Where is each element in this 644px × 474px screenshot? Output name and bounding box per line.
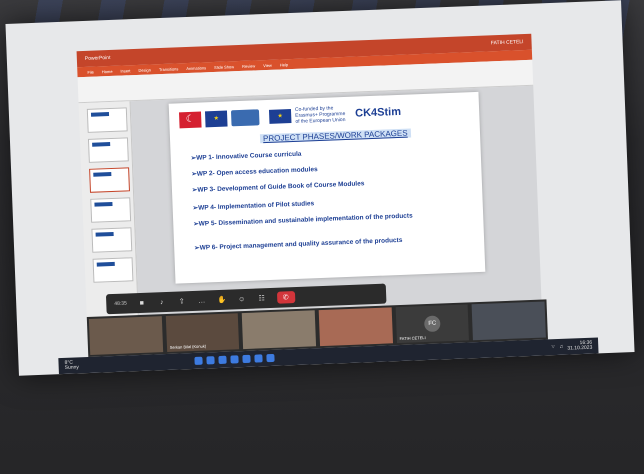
system-tray: ⌔ ♫ 16:36 31.10.2023: [551, 340, 593, 353]
tab-slide-show[interactable]: Slide Show: [214, 64, 234, 70]
participant-tile[interactable]: [471, 301, 546, 341]
university-logo-icon: [230, 109, 260, 127]
wp-item: ➢WP 6- Project management and quality as…: [194, 236, 403, 252]
explorer-icon[interactable]: [218, 355, 227, 365]
slide-thumbnail[interactable]: [91, 227, 133, 253]
search-icon[interactable]: [206, 356, 215, 365]
wp-item: ➢WP 4- Implementation of Pilot studies: [192, 200, 315, 212]
slide-thumbnail-selected[interactable]: [89, 167, 130, 193]
turkey-flag-icon: ☾: [178, 111, 202, 129]
microphone-icon[interactable]: ♪: [157, 297, 167, 307]
wp-item: ➢WP 2- Open access education modules: [191, 166, 318, 178]
window-title: PowerPoint: [84, 54, 111, 62]
tab-animations[interactable]: Animations: [186, 65, 206, 71]
camera-icon[interactable]: ■: [137, 298, 147, 308]
participants-icon[interactable]: ☷: [257, 293, 267, 303]
current-slide[interactable]: ☾ ★ ★ Co-funded by the Erasmus+ Programm…: [168, 91, 486, 284]
tab-help[interactable]: Help: [280, 62, 288, 67]
volume-icon[interactable]: ♫: [559, 344, 563, 350]
teams-icon[interactable]: [242, 354, 251, 364]
share-icon[interactable]: ⇪: [177, 296, 187, 306]
slide-logos: ☾ ★ ★ Co-funded by the Erasmus+ Programm…: [178, 103, 402, 130]
wp-item: ➢WP 1- Innovative Course curricula: [190, 150, 302, 162]
participant-tile[interactable]: FC FATIH CETELI: [395, 304, 470, 344]
tab-file[interactable]: File: [87, 69, 94, 74]
slide-heading: PROJECT PHASES/WORK PACKAGES: [259, 128, 411, 144]
participant-tile[interactable]: [242, 310, 317, 350]
projected-screen: PowerPoint FATIH CETELI File Home Insert…: [5, 0, 635, 376]
wp-item: ➢WP 5- Dissemination and sustainable imp…: [193, 212, 413, 228]
slide-thumbnail[interactable]: [86, 107, 128, 133]
more-icon[interactable]: …: [197, 295, 207, 305]
cofund-text: Co-funded by the Erasmus+ Programme of t…: [294, 105, 346, 125]
erasmus-flag-icon: ★: [268, 109, 292, 124]
participant-tile[interactable]: [88, 316, 163, 355]
start-icon[interactable]: [194, 356, 203, 365]
tab-home[interactable]: Home: [102, 68, 113, 73]
slide-thumbnails-panel: [78, 101, 139, 324]
chrome-icon[interactable]: [266, 353, 275, 363]
participant-tile[interactable]: [318, 307, 393, 347]
tab-review[interactable]: Review: [242, 63, 255, 69]
user-name[interactable]: FATIH CETELI: [491, 39, 524, 46]
slide-thumbnail[interactable]: [92, 257, 134, 283]
taskbar-apps: [194, 353, 275, 365]
end-call-button[interactable]: ✆: [276, 291, 295, 304]
participant-tile[interactable]: Serkan Bilal (Konuk): [165, 313, 240, 352]
avatar: FC: [424, 315, 441, 333]
tab-insert[interactable]: Insert: [120, 68, 130, 73]
tab-transitions[interactable]: Transitions: [159, 66, 179, 72]
clock[interactable]: 16:36 31.10.2023: [567, 340, 593, 352]
reactions-icon[interactable]: ☺: [237, 294, 247, 304]
slide-thumbnail[interactable]: [87, 137, 129, 163]
raise-hand-icon[interactable]: ✋: [217, 295, 227, 305]
browser-icon[interactable]: [230, 355, 239, 364]
weather-widget[interactable]: 8°C Sunny: [64, 360, 79, 371]
tab-design[interactable]: Design: [138, 67, 151, 72]
meeting-timer: 48:35: [114, 300, 127, 307]
powerpoint-icon[interactable]: [254, 354, 263, 363]
tab-view[interactable]: View: [263, 62, 272, 67]
clock-date: 31.10.2023: [567, 344, 593, 352]
cofunded-badge: ★ Co-funded by the Erasmus+ Programme of…: [268, 105, 348, 126]
slide-thumbnail[interactable]: [90, 197, 132, 223]
wifi-icon[interactable]: ⌔: [551, 344, 556, 350]
wp-item: ➢WP 3- Development of Guide Book of Cour…: [191, 180, 365, 194]
eu-flag-icon: ★: [204, 110, 228, 128]
project-brand: CK4Stim: [354, 105, 402, 120]
weather-condition: Sunny: [64, 364, 80, 371]
